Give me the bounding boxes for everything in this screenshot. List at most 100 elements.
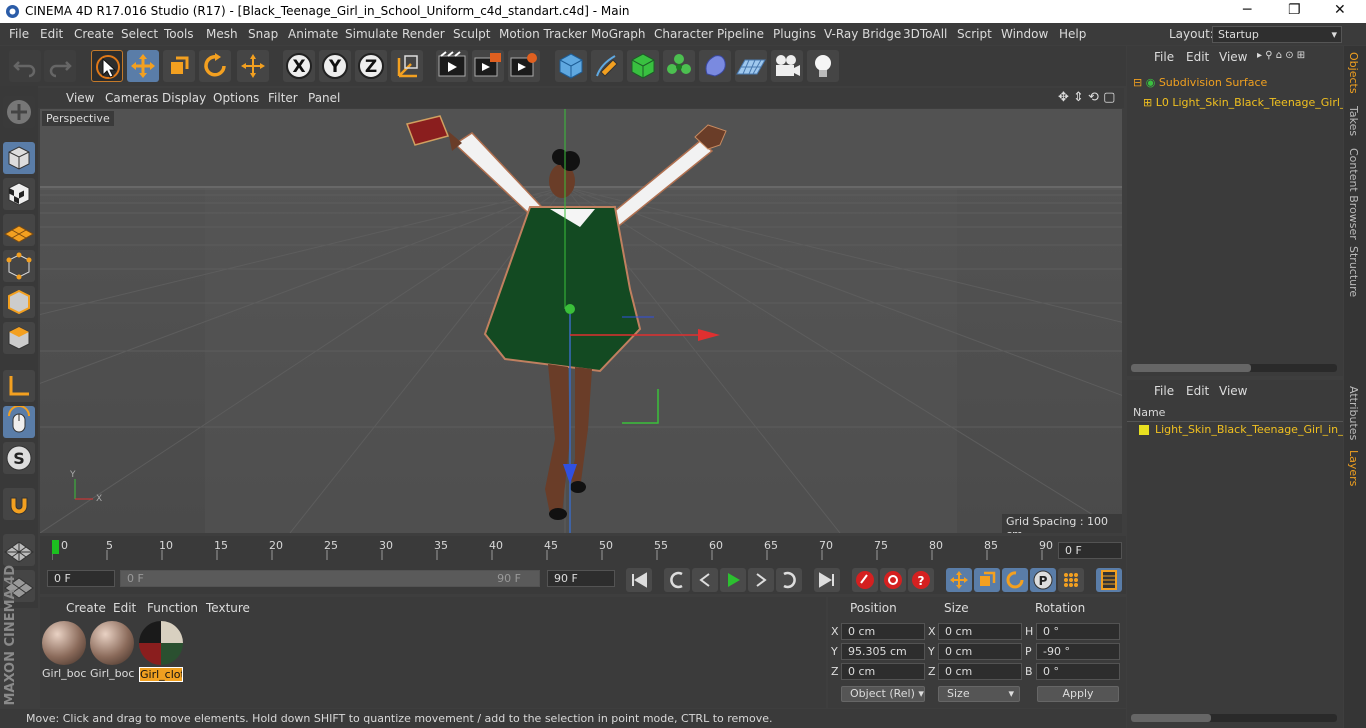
record-keys-button[interactable]	[852, 568, 878, 592]
viewport-menu-view[interactable]: View	[66, 91, 94, 105]
rot-b-field[interactable]: 0 °	[1036, 663, 1120, 680]
material-item-selected[interactable]: Girl_clot	[139, 621, 183, 682]
texture-mode-icon[interactable]	[3, 178, 35, 210]
select-cursor-icon[interactable]	[91, 50, 123, 82]
redo-icon[interactable]	[44, 50, 76, 82]
floor-icon[interactable]	[735, 50, 767, 82]
menu-3dtoall[interactable]: 3DToAll	[903, 27, 947, 41]
viewport-menu-display[interactable]: Display	[162, 91, 206, 105]
material-menu-create[interactable]: Create	[66, 601, 106, 615]
pen-icon[interactable]	[591, 50, 623, 82]
objects-menu-edit[interactable]: Edit	[1186, 50, 1209, 64]
viewport-menu-filter[interactable]: Filter	[268, 91, 298, 105]
maximize-button[interactable]: ❐	[1288, 2, 1301, 18]
viewport-menu-cameras[interactable]: Cameras	[105, 91, 158, 105]
viewport-nav-icons[interactable]: ✥ ⇕ ⟲ ▢	[1058, 90, 1115, 105]
pos-z-field[interactable]: 0 cm	[841, 663, 925, 680]
key-parameter-button[interactable]: P	[1030, 568, 1056, 592]
material-menu-edit[interactable]: Edit	[113, 601, 136, 615]
edges-mode-icon[interactable]	[3, 286, 35, 318]
multi-move-icon[interactable]	[237, 50, 269, 82]
objects-scrollbar[interactable]	[1131, 364, 1337, 372]
mograph-cloner-icon[interactable]	[663, 50, 695, 82]
menu-script[interactable]: Script	[957, 27, 992, 41]
material-menu-function[interactable]: Function	[147, 601, 198, 615]
frame-range-slider[interactable]: 0 F 90 F	[120, 570, 540, 587]
pos-y-field[interactable]: 95.305 cm	[841, 643, 925, 660]
menu-pipeline[interactable]: Pipeline	[717, 27, 764, 41]
make-editable-icon[interactable]	[3, 96, 35, 128]
size-x-field[interactable]: 0 cm	[938, 623, 1022, 640]
menu-mesh[interactable]: Mesh	[206, 27, 238, 41]
tab-attributes[interactable]: Attributes	[1347, 386, 1360, 440]
go-to-end-button[interactable]	[814, 568, 840, 592]
material-menu-texture[interactable]: Texture	[206, 601, 250, 615]
menu-render[interactable]: Render	[402, 27, 445, 41]
menu-select[interactable]: Select	[121, 27, 158, 41]
snap-icon[interactable]: S	[3, 442, 35, 474]
close-button[interactable]: ✕	[1334, 2, 1346, 18]
scale-icon[interactable]	[163, 50, 195, 82]
tab-takes[interactable]: Takes	[1347, 106, 1360, 136]
menu-edit[interactable]: Edit	[40, 27, 63, 41]
coordinate-system-icon[interactable]	[391, 50, 423, 82]
z-axis-icon[interactable]: Z	[355, 50, 387, 82]
layout-select[interactable]: Startup ▾	[1212, 26, 1342, 43]
current-frame-field[interactable]: 0 F	[1058, 542, 1122, 559]
menu-snap[interactable]: Snap	[248, 27, 278, 41]
tab-content-browser[interactable]: Content Browser	[1347, 148, 1360, 240]
polygons-mode-icon[interactable]	[3, 322, 35, 354]
menu-window[interactable]: Window	[1001, 27, 1048, 41]
undo-icon[interactable]	[9, 50, 41, 82]
timeline-ruler[interactable]: 0 5 10 15 20 25 30 35 40 45 50 55 60 65 …	[52, 538, 1060, 562]
size-z-field[interactable]: 0 cm	[938, 663, 1022, 680]
layers-menu-file[interactable]: File	[1154, 384, 1174, 398]
size-mode-select[interactable]: Size ▾	[938, 686, 1020, 702]
apply-button[interactable]: Apply	[1037, 686, 1119, 702]
menu-file[interactable]: File	[9, 27, 29, 41]
points-mode-icon[interactable]	[3, 250, 35, 282]
step-forward-button[interactable]	[776, 568, 802, 592]
rot-p-field[interactable]: -90 °	[1036, 643, 1120, 660]
prev-frame-button[interactable]	[692, 568, 718, 592]
timeline-window-button[interactable]	[1096, 568, 1122, 592]
tree-item-girl[interactable]: ⊞ L0 Light_Skin_Black_Teenage_Girl_in_	[1143, 96, 1343, 109]
rot-h-field[interactable]: 0 °	[1036, 623, 1120, 640]
coordinate-mode-select[interactable]: Object (Rel) ▾	[841, 686, 925, 702]
deformer-icon[interactable]	[699, 50, 731, 82]
camera-icon[interactable]	[771, 50, 803, 82]
start-frame-field[interactable]: 0 F	[47, 570, 115, 587]
layers-menu-edit[interactable]: Edit	[1186, 384, 1209, 398]
tab-layers[interactable]: Layers	[1347, 450, 1360, 486]
objects-menu-view[interactable]: View	[1219, 50, 1247, 64]
move-icon[interactable]	[127, 50, 159, 82]
axis-mode-icon[interactable]	[3, 370, 35, 402]
pos-x-field[interactable]: 0 cm	[841, 623, 925, 640]
viewport-menu-options[interactable]: Options	[213, 91, 259, 105]
tweak-mode-icon[interactable]	[3, 405, 35, 438]
end-frame-field[interactable]: 90 F	[547, 570, 615, 587]
rotate-icon[interactable]	[199, 50, 231, 82]
material-item[interactable]: Girl_boc	[42, 621, 86, 680]
subdivision-icon[interactable]	[627, 50, 659, 82]
menu-animate[interactable]: Animate	[288, 27, 338, 41]
play-button[interactable]	[720, 568, 746, 592]
key-position-button[interactable]	[946, 568, 972, 592]
viewport-solo-icon[interactable]	[3, 534, 35, 566]
menu-mograph[interactable]: MoGraph	[591, 27, 646, 41]
tab-structure[interactable]: Structure	[1347, 246, 1360, 297]
layers-scrollbar[interactable]	[1131, 714, 1337, 722]
autokey-button[interactable]	[880, 568, 906, 592]
key-rotation-button[interactable]	[1002, 568, 1028, 592]
viewport-3d[interactable]: Perspective Grid Spacing : 100 cm Y X	[40, 109, 1122, 533]
material-item[interactable]: Girl_boc	[90, 621, 134, 680]
workplane-icon[interactable]	[3, 214, 35, 246]
menu-vray-bridge[interactable]: V-Ray Bridge	[824, 27, 901, 41]
render-picture-viewer-icon[interactable]	[472, 50, 504, 82]
menu-plugins[interactable]: Plugins	[773, 27, 816, 41]
size-y-field[interactable]: 0 cm	[938, 643, 1022, 660]
render-view-icon[interactable]	[436, 50, 468, 82]
tab-objects[interactable]: Objects	[1347, 52, 1360, 94]
layers-menu-view[interactable]: View	[1219, 384, 1247, 398]
cube-icon[interactable]	[555, 50, 587, 82]
